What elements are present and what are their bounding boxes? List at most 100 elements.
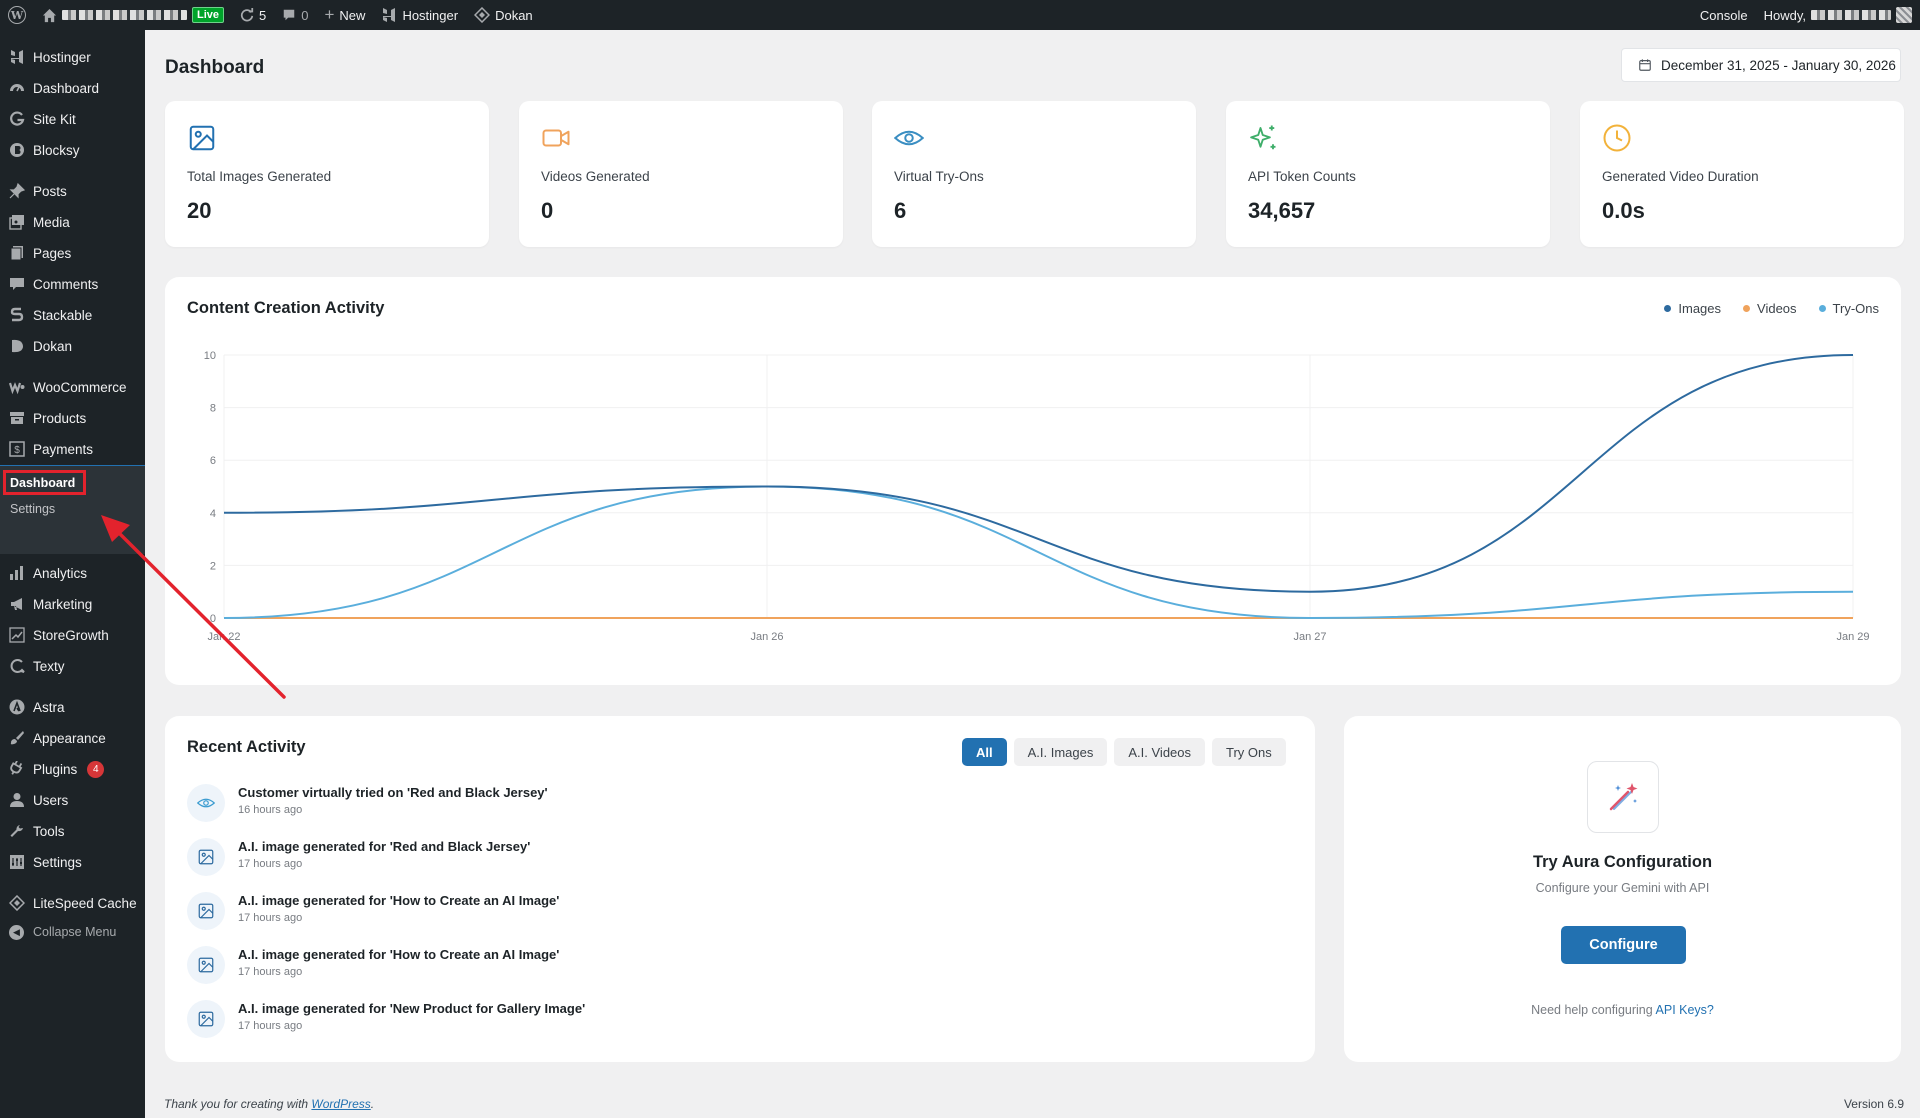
sidebar-item-payments[interactable]: $ Payments (0, 434, 145, 464)
user-icon (8, 792, 25, 809)
activity-text: Customer virtually tried on 'Red and Bla… (238, 785, 548, 800)
sidebar-item-tools[interactable]: Tools (0, 816, 145, 846)
api-keys-link[interactable]: API Keys? (1656, 1003, 1714, 1017)
sidebar-item-media[interactable]: Media (0, 207, 145, 237)
howdy-label: Howdy, (1763, 7, 1806, 23)
account-menu[interactable]: Howdy, (1756, 0, 1920, 30)
sidebar-item-blocksy[interactable]: Blocksy (0, 135, 145, 165)
sparkle-icon (1248, 123, 1278, 153)
y-tick-label: 2 (210, 560, 216, 572)
activity-filter-tabs: All A.I. Images A.I. Videos Try Ons (962, 738, 1286, 766)
sidebar-item-litespeed-cache[interactable]: LiteSpeed Cache (0, 888, 145, 918)
console-label: Console (1699, 7, 1748, 23)
comments-count: 0 (301, 7, 309, 23)
sidebar-item-label: Products (33, 410, 87, 426)
configure-button[interactable]: Configure (1561, 926, 1686, 964)
sidebar-item-woocommerce[interactable]: WooCommerce (0, 372, 145, 402)
sidebar-item-dashboard[interactable]: Dashboard (0, 73, 145, 103)
sliders-icon (8, 854, 25, 871)
comment-bubble-icon (284, 9, 295, 21)
x-tick-label: Jan 26 (750, 631, 783, 643)
dokan-diamond-icon (474, 7, 491, 23)
sidebar-item-comments[interactable]: Comments (0, 269, 145, 299)
stat-card-virtual-try-ons: Virtual Try-Ons 6 (872, 101, 1196, 247)
new-content-menu[interactable]: + New (316, 0, 373, 30)
sidebar-item-label: Media (33, 214, 70, 230)
comments-menu[interactable]: 0 (274, 0, 316, 30)
dokan-icon (8, 338, 25, 355)
sidebar-item-label: Posts (33, 183, 67, 199)
sidebar-item-label: Astra (33, 699, 65, 715)
sidebar-item-storegrowth[interactable]: StoreGrowth (0, 620, 145, 650)
bar-chart-icon (8, 565, 25, 582)
activity-list-item: A.I. image generated for 'How to Create … (187, 890, 1187, 930)
dokan-menu[interactable]: Dokan (466, 0, 541, 30)
texty-icon (8, 658, 25, 675)
growth-icon (8, 627, 25, 644)
sidebar-item-astra[interactable]: Astra (0, 692, 145, 722)
filter-tab-try-ons[interactable]: Try Ons (1212, 738, 1286, 766)
sidebar-item-posts[interactable]: Posts (0, 176, 145, 206)
updates-menu[interactable]: 5 (232, 0, 274, 30)
hostinger-menu[interactable]: Hostinger (373, 0, 466, 30)
console-menu[interactable]: Console (1692, 0, 1756, 30)
sidebar-item-label: Dashboard (33, 80, 100, 96)
sidebar-item-hostinger[interactable]: Hostinger (0, 42, 145, 72)
stat-value: 6 (894, 198, 907, 223)
magic-wand-icon (1587, 761, 1659, 833)
x-tick-label: Jan 27 (1293, 631, 1326, 643)
activity-list-item: Customer virtually tried on 'Red and Bla… (187, 782, 1187, 822)
sidebar-item-analytics[interactable]: Analytics (0, 558, 145, 588)
username-redacted (1811, 10, 1891, 20)
collapse-label: Collapse Menu (33, 925, 117, 939)
sidebar-item-products[interactable]: Products (0, 403, 145, 433)
brush-icon (8, 730, 25, 747)
filter-tab-all[interactable]: All (962, 738, 1007, 766)
home-icon (42, 8, 57, 22)
sidebar-item-label: Dokan (33, 338, 73, 354)
sidebar-item-stackable[interactable]: Stackable (0, 300, 145, 330)
stat-label: Videos Generated (541, 169, 650, 184)
plug-icon (8, 761, 25, 778)
sidebar-item-marketing[interactable]: Marketing (0, 589, 145, 619)
wp-logo-menu[interactable]: W (0, 0, 34, 30)
updates-icon (240, 8, 254, 22)
sidebar-item-plugins[interactable]: Plugins 4 (0, 754, 145, 784)
sidebar-item-pages[interactable]: Pages (0, 238, 145, 268)
activity-time: 17 hours ago (238, 912, 303, 924)
site-name-menu[interactable]: Live (34, 0, 232, 30)
date-range-picker[interactable]: December 31, 2025 - January 30, 2026 (1621, 48, 1901, 82)
filter-tab-ai-images[interactable]: A.I. Images (1013, 738, 1108, 766)
collapse-arrow-icon: ◀ (8, 924, 25, 941)
sidebar-item-site-kit[interactable]: Site Kit (0, 104, 145, 134)
wordpress-logo-icon: W (8, 6, 26, 24)
stat-value: 20 (187, 198, 212, 223)
image-icon (187, 123, 217, 153)
submenu-settings[interactable]: Settings (10, 502, 55, 516)
activity-time: 16 hours ago (238, 804, 303, 816)
stat-card-total-images-generated: Total Images Generated 20 (165, 101, 489, 247)
date-range-text: December 31, 2025 - January 30, 2026 (1661, 57, 1896, 73)
image-icon (187, 892, 225, 930)
collapse-menu-button[interactable]: ◀ Collapse Menu (0, 917, 145, 947)
sidebar-item-dokan[interactable]: Dokan (0, 331, 145, 361)
archive-icon (8, 410, 25, 427)
plugins-update-badge: 4 (87, 760, 105, 778)
avatar (1896, 7, 1912, 23)
stat-card-api-token-counts: API Token Counts 34,657 (1226, 101, 1550, 247)
sidebar-item-texty[interactable]: Texty (0, 651, 145, 681)
filter-tab-ai-videos[interactable]: A.I. Videos (1114, 738, 1206, 766)
sidebar-item-label: Tools (33, 823, 65, 839)
sidebar-item-users[interactable]: Users (0, 785, 145, 815)
diamond-icon (8, 895, 25, 912)
dokan-label: Dokan (495, 7, 533, 23)
sidebar-item-appearance[interactable]: Appearance (0, 723, 145, 753)
sidebar-item-settings[interactable]: Settings (0, 847, 145, 877)
wordpress-link[interactable]: WordPress (311, 1097, 370, 1111)
live-badge: Live (192, 7, 225, 23)
sidebar-item-label: Blocksy (33, 142, 80, 158)
clock-icon (1602, 123, 1632, 153)
blocksy-icon (8, 142, 25, 159)
google-g-icon (8, 111, 25, 128)
stackable-icon (8, 307, 25, 324)
